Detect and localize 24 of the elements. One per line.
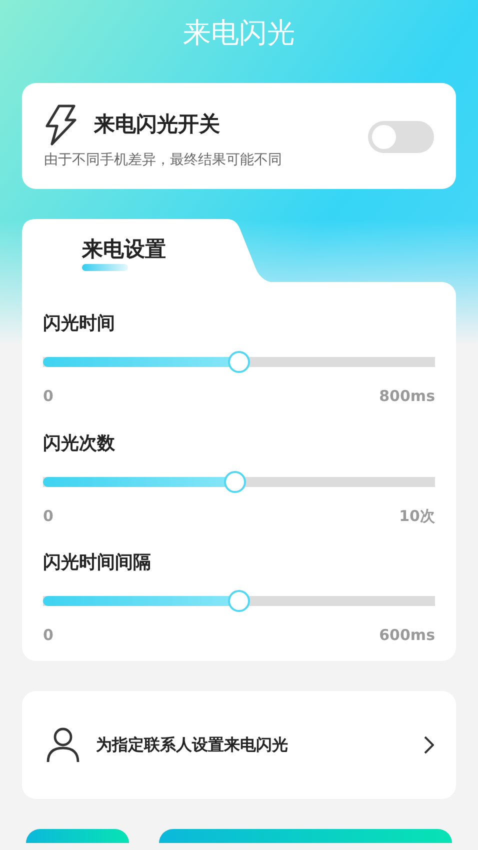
lightning-icon [44,104,78,146]
toggle-switch[interactable] [368,121,434,153]
max-value: 10次 [399,506,435,526]
max-value: 800ms [379,386,435,407]
contact-row[interactable]: 为指定联系人设置来电闪光 [22,690,456,798]
max-value: 600ms [379,625,435,646]
slider-label: 闪光时间间隔 [43,551,152,575]
slider-thumb[interactable] [228,351,250,373]
chevron-right-icon [424,736,434,754]
card-note: 由于不同手机差异，最终结果可能不同 [44,150,283,170]
settings-tab[interactable]: 来电设置 [78,237,170,262]
action-button[interactable] [26,828,129,842]
action-button[interactable] [159,828,452,842]
slider-label: 闪光时间 [43,312,116,336]
page-title: 来电闪光 [182,15,296,51]
min-value: 0 [43,506,54,526]
min-value: 0 [43,625,54,646]
person-icon [46,726,80,762]
contact-label: 为指定联系人设置来电闪光 [96,734,289,756]
slider-label: 闪光次数 [43,432,116,456]
slider-thumb[interactable] [228,590,250,612]
card-title: 来电闪光开关 [94,110,220,138]
slider-thumb[interactable] [224,470,246,492]
min-value: 0 [43,386,54,407]
